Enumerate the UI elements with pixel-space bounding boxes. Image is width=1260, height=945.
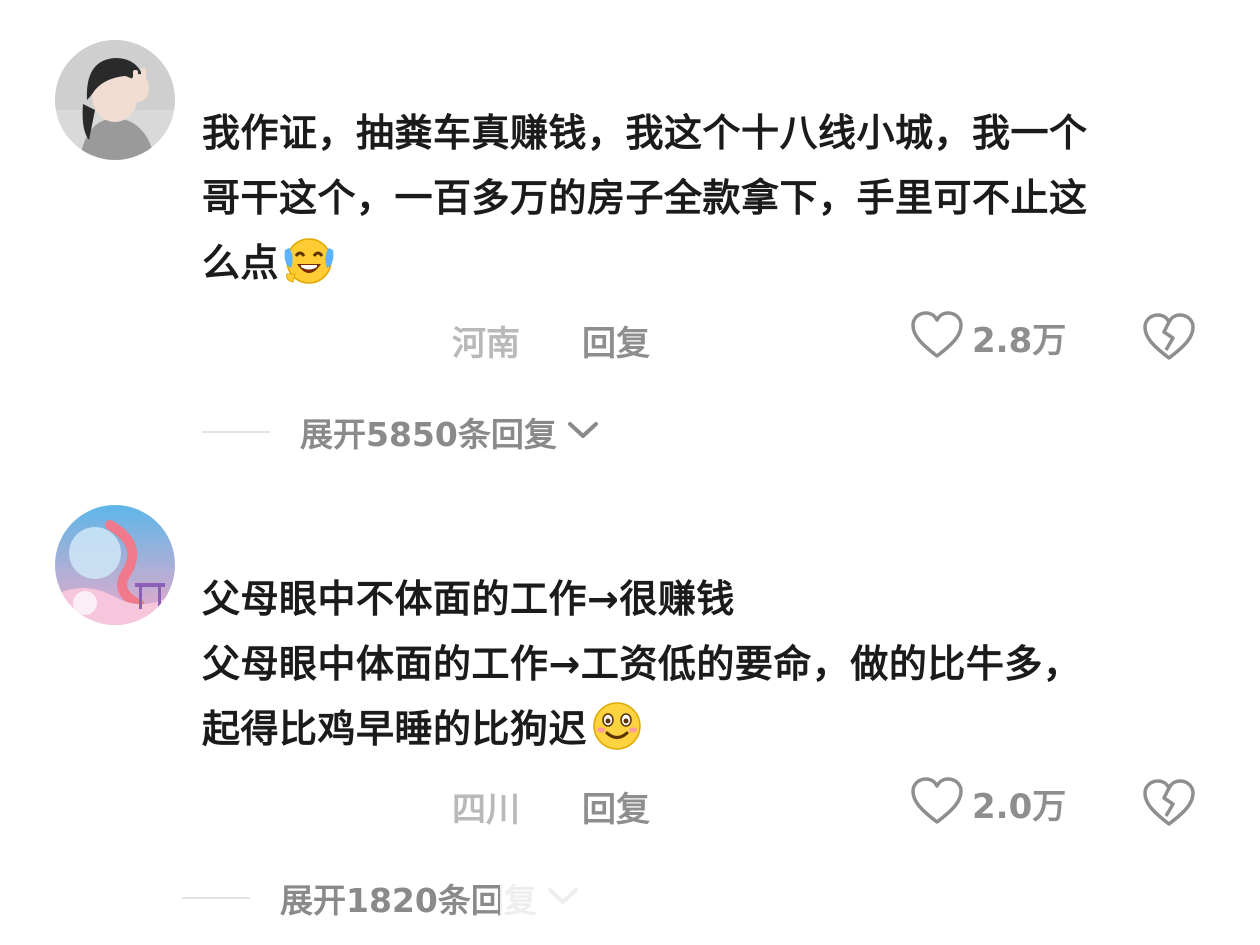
broken-heart-icon xyxy=(1142,779,1196,832)
comment-text: 我作证，抽粪车真赚钱，我这个十八线小城，我一个 哥干这个，一百多万的房子全款拿下… xyxy=(202,101,1212,306)
like-button[interactable]: 2.8万 xyxy=(910,310,1066,364)
chevron-down-icon xyxy=(567,420,599,444)
heart-outline-icon xyxy=(910,310,964,364)
divider xyxy=(202,431,270,433)
smiling-face-emoji xyxy=(589,700,645,772)
like-count: 2.0万 xyxy=(972,786,1067,827)
comment-location: 河南 xyxy=(452,324,520,364)
expand-replies-label: 展开1820条回复 xyxy=(280,881,537,920)
avatar[interactable] xyxy=(55,40,175,160)
like-count: 2.8万 xyxy=(972,320,1067,361)
dislike-button[interactable] xyxy=(1142,778,1196,832)
reply-button[interactable]: 回复 xyxy=(582,782,650,831)
comment-line: 哥干这个，一百多万的房子全款拿下，手里可不止这 xyxy=(202,176,1088,220)
comment-line: 起得比鸡早睡的比狗迟 xyxy=(202,697,1212,772)
dislike-button[interactable] xyxy=(1142,312,1196,366)
reply-button[interactable]: 回复 xyxy=(582,316,650,365)
expand-replies[interactable]: 展开5850条回复 xyxy=(202,408,599,456)
comment-location: 四川 xyxy=(452,790,520,830)
like-button[interactable]: 2.0万 xyxy=(910,776,1066,830)
watermark-overlay xyxy=(500,880,730,930)
divider xyxy=(182,897,250,899)
comment-line: 么点 xyxy=(202,231,1212,306)
expand-replies-label: 展开5850条回复 xyxy=(300,415,557,454)
comment-line: 父母眼中体面的工作→工资低的要命，做的比牛多， xyxy=(202,642,1082,686)
comment-line: 我作证，抽粪车真赚钱，我这个十八线小城，我一个 xyxy=(202,111,1088,155)
heart-outline-icon xyxy=(910,776,964,830)
broken-heart-icon xyxy=(1142,313,1196,366)
comment-line: 父母眼中不体面的工作→很赚钱 xyxy=(202,577,735,621)
laughing-tears-emoji xyxy=(281,234,337,306)
comment-text: 父母眼中不体面的工作→很赚钱 父母眼中体面的工作→工资低的要命，做的比牛多， 起… xyxy=(202,567,1212,772)
avatar[interactable] xyxy=(55,505,175,625)
